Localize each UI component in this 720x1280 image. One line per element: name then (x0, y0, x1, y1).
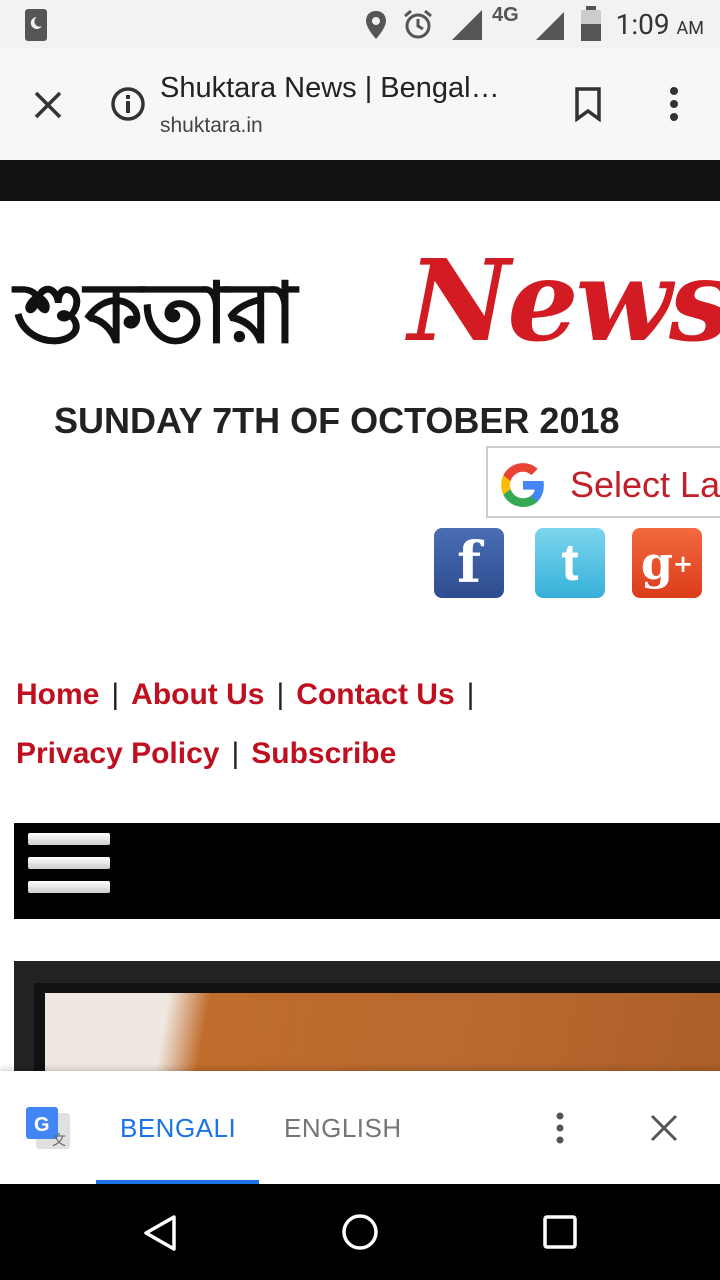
featured-image[interactable] (45, 993, 720, 1083)
back-icon[interactable] (142, 1214, 178, 1252)
signal-icon-2 (536, 12, 564, 40)
google-g-icon (501, 463, 544, 507)
nav-link-contact-us[interactable]: Contact Us (296, 678, 454, 711)
battery-icon (581, 6, 601, 41)
logo-news-text[interactable]: News (408, 236, 720, 367)
date-heading: SUNDAY 7TH OF OCTOBER 2018 (54, 400, 620, 441)
logo-bengali-text[interactable]: শুকতারা (14, 248, 297, 389)
nav-link-home[interactable]: Home (16, 678, 99, 711)
menu-bar (14, 823, 720, 919)
hamburger-menu-icon[interactable] (28, 833, 110, 845)
top-strip (0, 160, 720, 201)
language-select[interactable]: Select La (486, 446, 720, 518)
browser-toolbar: Shuktara News | Bengal… shuktara.in (0, 48, 720, 160)
translate-close-icon[interactable] (650, 1114, 678, 1142)
facebook-icon[interactable]: f (434, 528, 504, 598)
system-nav-bar (0, 1184, 720, 1280)
signal-icon (452, 10, 482, 40)
page-url: shuktara.in (160, 114, 263, 137)
page-title: Shuktara News | Bengal… (160, 72, 500, 104)
svg-text:G: G (34, 1114, 50, 1136)
bookmark-icon[interactable] (574, 86, 602, 122)
tab-english[interactable]: ENGLISH (284, 1113, 402, 1144)
translate-more-icon[interactable] (554, 1111, 566, 1145)
nav-row-1: Home | About Us | Contact Us | (16, 678, 475, 711)
nav-row-2: Privacy Policy | Subscribe (16, 737, 397, 770)
more-options-icon[interactable] (668, 86, 680, 122)
google-plus-icon[interactable]: g + (632, 528, 702, 598)
close-icon[interactable] (33, 90, 63, 120)
app-notification-icon (25, 9, 47, 41)
recents-icon[interactable] (542, 1214, 578, 1250)
clock: 1:09 AM (615, 8, 704, 41)
svg-text:文: 文 (52, 1133, 66, 1149)
language-select-label: Select La (570, 464, 720, 505)
location-icon (366, 11, 386, 39)
network-type: 4G (492, 4, 519, 26)
nav-link-subscribe[interactable]: Subscribe (251, 737, 396, 770)
translate-bar: G 文 BENGALI ENGLISH (0, 1071, 720, 1184)
home-icon[interactable] (340, 1212, 380, 1252)
alarm-icon (404, 9, 432, 39)
google-translate-icon: G 文 (26, 1107, 70, 1149)
twitter-icon[interactable]: t (535, 528, 605, 598)
info-icon[interactable] (110, 86, 146, 122)
nav-link-privacy-policy[interactable]: Privacy Policy (16, 737, 219, 770)
tab-bengali[interactable]: BENGALI (120, 1113, 236, 1144)
status-bar: 4G 1:09 AM (0, 0, 720, 48)
nav-link-about-us[interactable]: About Us (131, 678, 264, 711)
